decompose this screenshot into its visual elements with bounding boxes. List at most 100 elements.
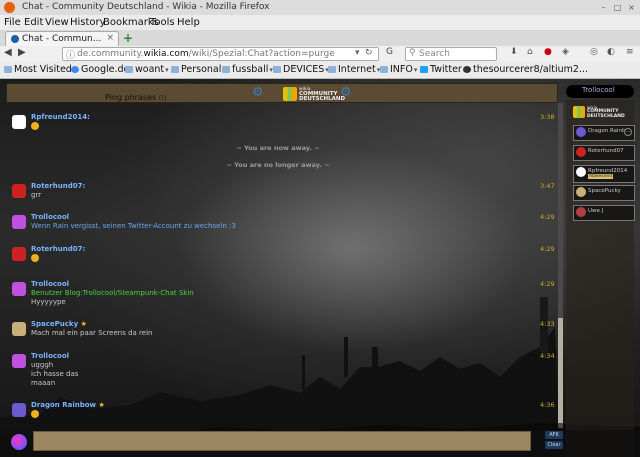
url-text: de.community.wikia.com/wiki/Spezial:Chat… bbox=[77, 49, 335, 59]
bookmark-devices[interactable]: DEVICES▾ bbox=[273, 64, 329, 75]
bookmark-info[interactable]: INFO▾ bbox=[380, 64, 417, 75]
reader-icon[interactable]: ◐ bbox=[607, 47, 615, 57]
back-icon[interactable]: ◀ bbox=[4, 47, 12, 58]
user-list-item[interactable]: Dragon Rainb... bbox=[573, 125, 635, 141]
user-list-sidebar: wikia COMMUNITY DEUTSCHLAND Dragon Rainb… bbox=[566, 100, 635, 457]
avatar[interactable] bbox=[12, 115, 26, 129]
clear-button[interactable]: Clear bbox=[545, 441, 563, 449]
forward-icon[interactable]: ▶ bbox=[18, 47, 26, 58]
bookmark-most-visited[interactable]: Most Visited▾ bbox=[4, 64, 76, 75]
avatar[interactable] bbox=[12, 322, 26, 336]
scrollbar-thumb[interactable] bbox=[558, 318, 563, 423]
folder-icon bbox=[222, 66, 230, 73]
adblock-icon[interactable]: ● bbox=[544, 47, 552, 57]
star-icon: ★ bbox=[80, 320, 87, 328]
star-icon: ★ bbox=[98, 401, 105, 409]
avatar bbox=[576, 207, 586, 217]
user-list-item[interactable]: Roterhund07 bbox=[573, 145, 635, 161]
emoji-icon bbox=[31, 122, 39, 130]
menu-view[interactable]: View bbox=[45, 17, 69, 28]
maximize-icon[interactable]: □ bbox=[612, 2, 623, 13]
message-user[interactable]: Rpfreund2014: bbox=[31, 113, 90, 121]
own-user-pill: Trollocool bbox=[566, 85, 634, 98]
message-text: ich hasse das bbox=[31, 370, 79, 378]
user-list-item[interactable]: SpacePucky bbox=[573, 185, 635, 201]
message-text: grr bbox=[31, 191, 42, 199]
minimize-icon[interactable]: – bbox=[598, 2, 609, 13]
window-titlebar: Chat - Community Deutschland - Wikia - M… bbox=[0, 0, 640, 16]
wikia-favicon-icon bbox=[11, 35, 19, 43]
search-input[interactable]: ⚲ Search bbox=[405, 47, 497, 61]
community-logo: wikia COMMUNITY DEUTSCHLAND bbox=[283, 87, 345, 102]
dropdown-icon[interactable]: ▾ bbox=[355, 48, 360, 58]
user-name: SpacePucky bbox=[588, 188, 621, 194]
navbar: ◀ ▶ ⓘ de.community.wikia.com/wiki/Spezia… bbox=[0, 46, 640, 61]
new-tab-button[interactable]: + bbox=[123, 31, 133, 45]
tab-close-icon[interactable]: × bbox=[106, 33, 114, 43]
avatar[interactable] bbox=[12, 282, 26, 296]
wikia-cube-icon bbox=[283, 87, 297, 101]
gear-icon[interactable]: ⚙ bbox=[252, 86, 264, 99]
download-icon[interactable]: ⬇ bbox=[510, 47, 518, 57]
tab-chat[interactable]: Chat - Commun... × bbox=[5, 31, 119, 47]
message-input[interactable] bbox=[33, 431, 531, 451]
reload-icon[interactable]: ↻ bbox=[365, 48, 373, 58]
bookmark-personal[interactable]: Personal▾ bbox=[171, 64, 226, 75]
avatar[interactable] bbox=[12, 403, 26, 417]
bookmark-google[interactable]: Google.de bbox=[71, 64, 129, 75]
menu-edit[interactable]: Edit bbox=[24, 17, 43, 28]
bookmark-fussball[interactable]: fussball▾ bbox=[222, 64, 273, 75]
bookmark-twitter[interactable]: Twitter bbox=[420, 64, 462, 75]
extension-icon[interactable]: ◈ bbox=[562, 47, 569, 57]
message-user[interactable]: Trollocool bbox=[31, 352, 69, 360]
afk-button[interactable]: AFK bbox=[545, 431, 563, 439]
folder-icon bbox=[380, 66, 388, 73]
message-user[interactable]: Trollocool bbox=[31, 213, 69, 221]
info-icon[interactable]: ⓘ bbox=[66, 48, 75, 61]
bookmark-github[interactable]: thesourcerer8/altium2... bbox=[463, 64, 588, 75]
wikia-cube-icon bbox=[573, 106, 585, 118]
status-notice: ~ You are now away. ~ bbox=[236, 144, 320, 152]
avatar[interactable] bbox=[12, 215, 26, 229]
bookmark-internet[interactable]: Internet▾ bbox=[328, 64, 380, 75]
home-icon[interactable]: ⌂ bbox=[527, 47, 533, 57]
menu-file[interactable]: File bbox=[4, 17, 21, 28]
message-user[interactable]: Dragon Rainbow ★ bbox=[31, 401, 105, 409]
own-username: Trollocool bbox=[582, 86, 615, 94]
avatar[interactable] bbox=[12, 354, 26, 368]
avatar bbox=[576, 127, 586, 137]
message-text: Hyyyyype bbox=[31, 298, 66, 306]
chat-scrollbar[interactable] bbox=[558, 103, 563, 428]
sidebar-logo-line2: COMMUNITY DEUTSCHLAND bbox=[587, 109, 625, 119]
url-bar[interactable]: ⓘ de.community.wikia.com/wiki/Spezial:Ch… bbox=[62, 47, 379, 61]
menu-tools[interactable]: Tools bbox=[150, 17, 175, 28]
avatar[interactable] bbox=[12, 184, 26, 198]
gear-icon[interactable]: ⚙ bbox=[340, 86, 352, 99]
user-list-item[interactable]: Rpfreund2014 Abwesend bbox=[573, 165, 635, 183]
menu-history[interactable]: History bbox=[70, 17, 106, 28]
user-list-item[interactable]: Uwe J bbox=[573, 205, 635, 221]
message-user[interactable]: Roterhund07: bbox=[31, 245, 85, 253]
pocket-icon[interactable]: ◎ bbox=[590, 47, 598, 57]
bookmark-woant[interactable]: woant▾ bbox=[125, 64, 169, 75]
folder-icon bbox=[328, 66, 336, 73]
avatar bbox=[576, 147, 586, 157]
message-user[interactable]: Trollocool bbox=[31, 280, 69, 288]
message-text: Mach mal ein paar Screens da rein bbox=[31, 329, 153, 337]
status-dot bbox=[624, 128, 632, 136]
message-link[interactable]: Benutzer Blog:Trollocool/Steampunk-Chat … bbox=[31, 289, 194, 297]
search-engine-icon[interactable]: G bbox=[386, 47, 393, 57]
status-notice: ~ You are no longer away. ~ bbox=[226, 161, 330, 169]
message-user[interactable]: SpacePucky ★ bbox=[31, 320, 87, 328]
menu-hamburger-icon[interactable]: ≡ bbox=[626, 47, 634, 57]
emoji-icon bbox=[31, 254, 39, 262]
avatar[interactable] bbox=[12, 247, 26, 261]
message-user[interactable]: Roterhund07: bbox=[31, 182, 85, 190]
ping-phrases-label[interactable]: Ping phrases (?) bbox=[105, 93, 167, 102]
close-window-icon[interactable]: × bbox=[626, 2, 637, 13]
message-time: 4:34 bbox=[540, 352, 555, 360]
menu-help[interactable]: Help bbox=[177, 17, 200, 28]
chat-header: ⚙ wikia COMMUNITY DEUTSCHLAND ⚙ Ping phr… bbox=[6, 83, 558, 103]
message-time: 3:47 bbox=[540, 182, 555, 190]
message-time: 4:29 bbox=[540, 245, 555, 253]
